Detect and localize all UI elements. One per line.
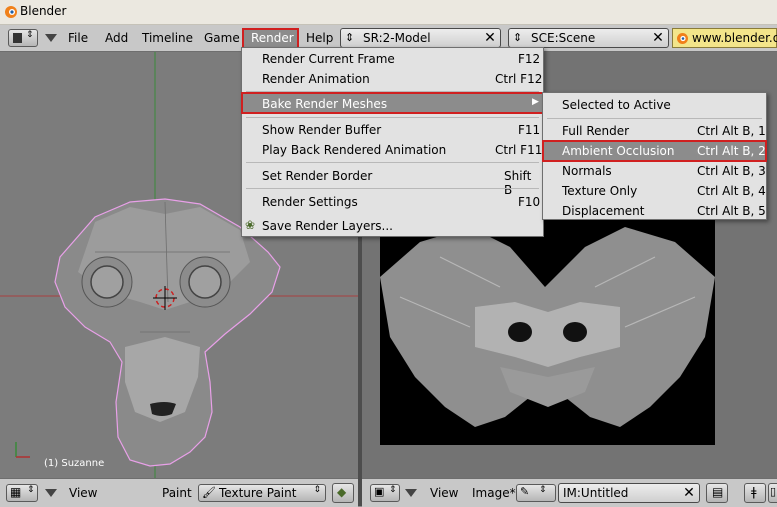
menu-item-render-animation[interactable]: Render Animation Ctrl F12	[242, 69, 543, 89]
menu-item-play-back-animation[interactable]: Play Back Rendered Animation Ctrl F11	[242, 140, 543, 160]
submenu-item-texture-only[interactable]: Texture Only Ctrl Alt B, 4	[543, 181, 766, 201]
submenu-item-displacement[interactable]: Displacement Ctrl Alt B, 5	[543, 201, 766, 221]
grid-icon: ▦	[10, 485, 22, 499]
submenu-item-selected-to-active[interactable]: Selected to Active	[543, 95, 766, 115]
submenu-item-normals[interactable]: Normals Ctrl Alt B, 3	[543, 161, 766, 181]
pen-icon: ✎	[520, 485, 530, 498]
menu-item-set-render-border[interactable]: Set Render Border Shift B	[242, 166, 543, 197]
ambient-occlusion-redbox	[542, 140, 767, 162]
image-menu[interactable]: Image*	[472, 486, 516, 500]
updown-icon: ⇕	[345, 31, 355, 44]
shading-button[interactable]: ◆	[332, 483, 354, 503]
window-title: Blender	[20, 4, 67, 18]
url-box[interactable]: www.blender.or	[672, 28, 777, 48]
menu-item-save-render-layers[interactable]: ❀ Save Render Layers...	[242, 216, 543, 236]
menu-separator	[246, 117, 539, 118]
image-editor-icon: ▣	[374, 485, 385, 498]
menu-timeline[interactable]: Timeline	[142, 31, 193, 45]
mode-label: Paint	[162, 486, 192, 500]
screen-selector[interactable]: ⇕ SR:2-Model ✕	[340, 28, 501, 48]
view-menu[interactable]: View	[69, 486, 97, 500]
window-titlebar: Blender	[0, 0, 777, 25]
close-icon[interactable]: ✕	[482, 30, 498, 46]
axis-gizmo-icon	[15, 442, 30, 458]
mode-selector[interactable]: 🖌 Texture Paint ⇕	[198, 484, 326, 502]
image-browse-button[interactable]: ✎ ⇕	[516, 484, 556, 502]
editor-type-button[interactable]: ▣ ⇕	[370, 484, 400, 502]
screen-name: SR:2-Model	[363, 31, 431, 45]
ao-texture	[380, 227, 715, 427]
close-icon[interactable]: ✕	[650, 30, 666, 46]
baked-ao-image	[380, 217, 715, 445]
editor-type-button[interactable]: ▦ ⇕	[6, 484, 38, 502]
view-menu[interactable]: View	[430, 486, 458, 500]
lock-button[interactable]: ▯	[768, 483, 777, 503]
menu-separator	[547, 118, 762, 119]
menu-separator	[246, 188, 539, 189]
menu-help[interactable]: Help	[306, 31, 333, 45]
pin-icon: ǂ	[751, 485, 757, 499]
image-editor-header: ▣ ⇕ View Image* ✎ ⇕ IM:Untitled ✕ ▤ ǂ ▯	[362, 478, 777, 507]
object-label: (1) Suzanne	[44, 458, 105, 469]
menu-game[interactable]: Game	[204, 31, 240, 45]
image-name-field[interactable]: IM:Untitled ✕	[558, 483, 700, 503]
collapse-triangle-icon[interactable]	[45, 489, 57, 497]
info-window-icon	[13, 33, 22, 43]
python-script-icon: ❀	[245, 218, 256, 232]
menu-separator	[246, 162, 539, 163]
close-icon[interactable]: ✕	[681, 485, 697, 501]
package-icon: ▤	[712, 485, 724, 499]
mode-value: Texture Paint	[219, 486, 297, 500]
menu-item-render-settings[interactable]: Render Settings F10	[242, 192, 543, 212]
suzanne-mesh	[54, 198, 281, 467]
window-type-button[interactable]: ⇕	[8, 29, 38, 47]
collapse-triangle-icon[interactable]	[405, 489, 417, 497]
menu-item-show-render-buffer[interactable]: Show Render Buffer F11	[242, 120, 543, 140]
updown-icon: ⇕	[539, 485, 547, 495]
menu-item-render-current-frame[interactable]: Render Current Frame F12	[242, 49, 543, 69]
render-menu: Render Current Frame F12 Render Animatio…	[241, 47, 544, 237]
image-name: IM:Untitled	[563, 486, 629, 500]
updown-icon: ⇕	[313, 485, 321, 495]
url-text[interactable]: www.blender.or	[692, 31, 777, 45]
scene-selector[interactable]: ⇕ SCE:Scene ✕	[508, 28, 669, 48]
updown-icon: ⇕	[27, 485, 35, 495]
collapse-triangle-icon[interactable]	[45, 34, 57, 42]
3d-view-header: ▦ ⇕ View Paint 🖌 Texture Paint ⇕ ◆	[0, 478, 358, 507]
pin-button[interactable]: ǂ	[744, 483, 766, 503]
bake-submenu: Selected to Active Full Render Ctrl Alt …	[542, 92, 767, 220]
blender-logo-icon	[5, 6, 17, 18]
blender-logo-icon	[677, 33, 688, 44]
menu-add[interactable]: Add	[105, 31, 128, 45]
updown-icon: ⇕	[389, 485, 397, 495]
scene-name: SCE:Scene	[531, 31, 596, 45]
bake-redbox	[241, 92, 544, 114]
brush-icon: 🖌	[202, 486, 216, 499]
submenu-item-full-render[interactable]: Full Render Ctrl Alt B, 1	[543, 121, 766, 141]
sphere-icon: ◆	[337, 485, 347, 499]
updown-icon: ⇕	[513, 31, 523, 44]
menu-file[interactable]: File	[68, 31, 88, 45]
lock-icon: ▯	[770, 485, 777, 498]
updown-icon: ⇕	[26, 30, 34, 40]
pack-button[interactable]: ▤	[706, 483, 728, 503]
